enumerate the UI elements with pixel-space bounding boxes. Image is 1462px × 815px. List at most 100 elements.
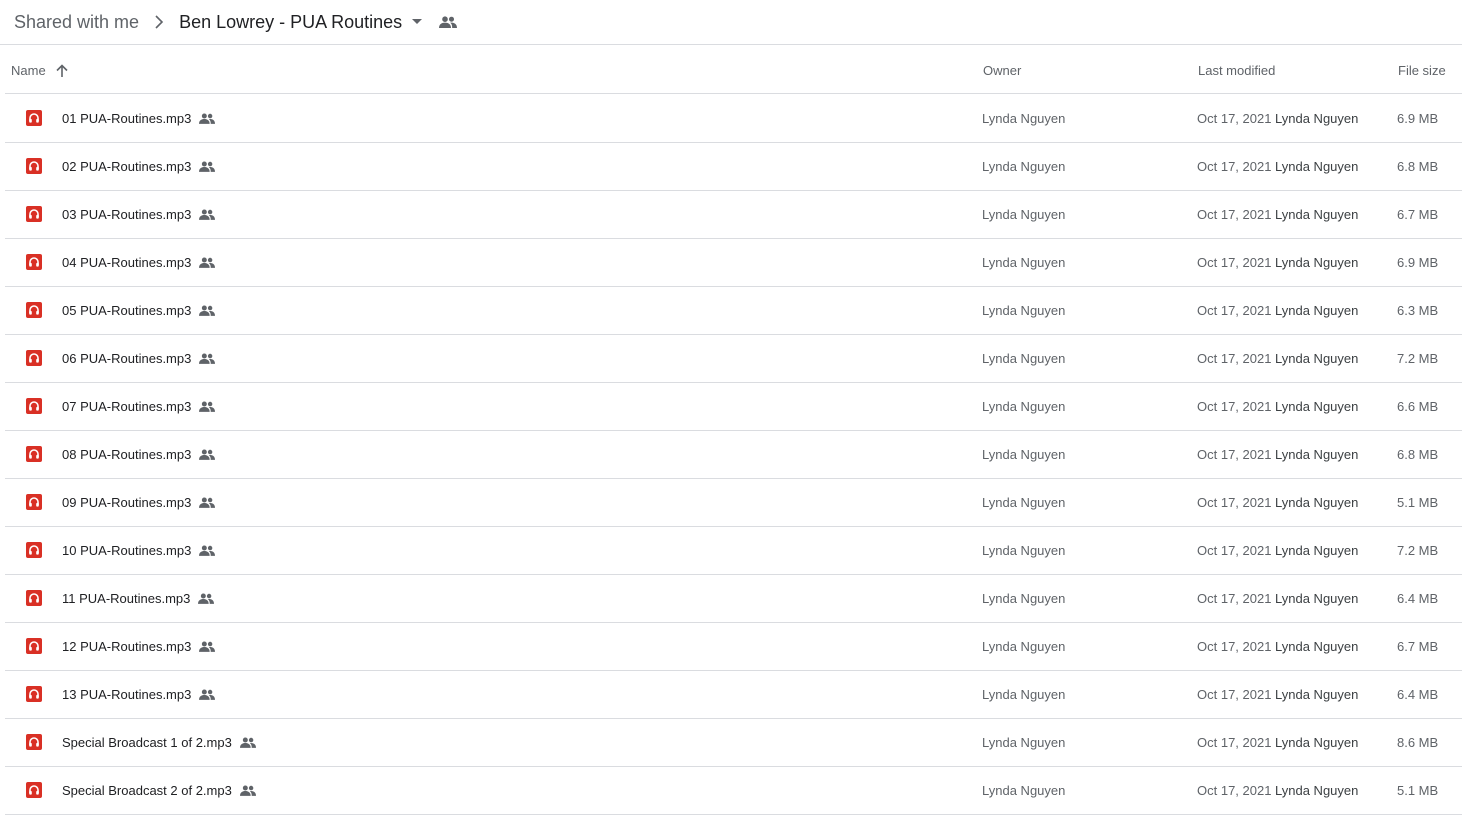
audio-file-icon <box>26 542 42 558</box>
file-modified-by: Lynda Nguyen <box>1275 591 1359 606</box>
file-name: 06 PUA-Routines.mp3 <box>62 335 216 382</box>
file-size: 6.9 MB <box>1397 111 1439 126</box>
audio-file-icon <box>26 398 42 414</box>
shared-people-icon <box>199 305 216 316</box>
file-modified-date: Oct 17, 2021 <box>1197 447 1272 462</box>
file-name: 11 PUA-Routines.mp3 <box>62 575 215 622</box>
table-row[interactable]: 10 PUA-Routines.mp3 Lynda Nguyen Oct 17,… <box>5 527 1462 575</box>
file-size: 6.4 MB <box>1397 591 1439 606</box>
file-owner: Lynda Nguyen <box>982 399 1066 414</box>
file-name: 04 PUA-Routines.mp3 <box>62 239 216 286</box>
file-name-text: 13 PUA-Routines.mp3 <box>62 687 192 702</box>
audio-file-icon <box>26 782 42 798</box>
table-row[interactable]: Special Broadcast 2 of 2.mp3 Lynda Nguye… <box>5 767 1462 815</box>
table-row[interactable]: 12 PUA-Routines.mp3 Lynda Nguyen Oct 17,… <box>5 623 1462 671</box>
table-row[interactable]: 08 PUA-Routines.mp3 Lynda Nguyen Oct 17,… <box>5 431 1462 479</box>
table-row[interactable]: 09 PUA-Routines.mp3 Lynda Nguyen Oct 17,… <box>5 479 1462 527</box>
table-row[interactable]: 05 PUA-Routines.mp3 Lynda Nguyen Oct 17,… <box>5 287 1462 335</box>
table-row[interactable]: 03 PUA-Routines.mp3 Lynda Nguyen Oct 17,… <box>5 191 1462 239</box>
audio-file-icon <box>26 446 42 462</box>
file-modified-by: Lynda Nguyen <box>1275 303 1359 318</box>
shared-people-icon <box>199 353 216 364</box>
file-name-text: 06 PUA-Routines.mp3 <box>62 351 192 366</box>
file-owner: Lynda Nguyen <box>982 207 1066 222</box>
file-owner: Lynda Nguyen <box>982 255 1066 270</box>
shared-people-icon <box>199 401 216 412</box>
file-modified-date: Oct 17, 2021 <box>1197 351 1272 366</box>
file-name: Special Broadcast 1 of 2.mp3 <box>62 719 256 766</box>
table-row[interactable]: 11 PUA-Routines.mp3 Lynda Nguyen Oct 17,… <box>5 575 1462 623</box>
table-row[interactable]: 06 PUA-Routines.mp3 Lynda Nguyen Oct 17,… <box>5 335 1462 383</box>
file-modified-date: Oct 17, 2021 <box>1197 735 1272 750</box>
shared-people-icon <box>239 737 256 748</box>
file-name: 13 PUA-Routines.mp3 <box>62 671 216 718</box>
file-size: 6.3 MB <box>1397 303 1439 318</box>
file-modified-date: Oct 17, 2021 <box>1197 159 1272 174</box>
breadcrumb-current-folder[interactable]: Ben Lowrey - PUA Routines <box>179 10 402 34</box>
file-modified-by: Lynda Nguyen <box>1275 207 1359 222</box>
file-owner: Lynda Nguyen <box>982 543 1066 558</box>
file-modified-by: Lynda Nguyen <box>1275 111 1359 126</box>
table-row[interactable]: 07 PUA-Routines.mp3 Lynda Nguyen Oct 17,… <box>5 383 1462 431</box>
file-owner: Lynda Nguyen <box>982 687 1066 702</box>
file-modified-by: Lynda Nguyen <box>1275 399 1359 414</box>
file-name: 09 PUA-Routines.mp3 <box>62 479 216 526</box>
table-row[interactable]: 13 PUA-Routines.mp3 Lynda Nguyen Oct 17,… <box>5 671 1462 719</box>
file-name: 12 PUA-Routines.mp3 <box>62 623 216 670</box>
audio-file-icon <box>26 734 42 750</box>
file-name-text: 02 PUA-Routines.mp3 <box>62 159 192 174</box>
audio-file-icon <box>26 302 42 318</box>
column-header-file-size[interactable]: File size <box>1398 46 1446 94</box>
file-name-text: 05 PUA-Routines.mp3 <box>62 303 192 318</box>
file-owner: Lynda Nguyen <box>982 303 1066 318</box>
file-modified-by: Lynda Nguyen <box>1275 447 1359 462</box>
column-header-last-modified[interactable]: Last modified <box>1198 46 1275 94</box>
column-header-owner[interactable]: Owner <box>983 46 1021 94</box>
file-size: 7.2 MB <box>1397 543 1439 558</box>
file-modified-date: Oct 17, 2021 <box>1197 543 1272 558</box>
audio-file-icon <box>26 254 42 270</box>
audio-file-icon <box>26 590 42 606</box>
shared-people-icon <box>199 497 216 508</box>
file-modified-by: Lynda Nguyen <box>1275 783 1359 798</box>
file-list: 01 PUA-Routines.mp3 Lynda Nguyen Oct 17,… <box>5 95 1462 815</box>
audio-file-icon <box>26 206 42 222</box>
file-owner: Lynda Nguyen <box>982 783 1066 798</box>
file-owner: Lynda Nguyen <box>982 591 1066 606</box>
table-row[interactable]: 01 PUA-Routines.mp3 Lynda Nguyen Oct 17,… <box>5 95 1462 143</box>
caret-down-icon[interactable] <box>402 19 432 25</box>
shared-people-icon <box>199 449 216 460</box>
file-size: 8.6 MB <box>1397 735 1439 750</box>
table-row[interactable]: 02 PUA-Routines.mp3 Lynda Nguyen Oct 17,… <box>5 143 1462 191</box>
file-name-text: 01 PUA-Routines.mp3 <box>62 111 192 126</box>
file-list-header: Name Owner Last modified File size <box>5 46 1462 94</box>
shared-people-icon <box>198 593 215 604</box>
file-modified-by: Lynda Nguyen <box>1275 351 1359 366</box>
audio-file-icon <box>26 638 42 654</box>
file-name-text: Special Broadcast 2 of 2.mp3 <box>62 783 232 798</box>
file-modified-by: Lynda Nguyen <box>1275 735 1359 750</box>
audio-file-icon <box>26 686 42 702</box>
arrow-up-icon[interactable] <box>56 63 68 77</box>
table-row[interactable]: Special Broadcast 1 of 2.mp3 Lynda Nguye… <box>5 719 1462 767</box>
file-modified-date: Oct 17, 2021 <box>1197 639 1272 654</box>
shared-people-icon <box>199 689 216 700</box>
file-name: 01 PUA-Routines.mp3 <box>62 95 216 142</box>
breadcrumb-shared-with-me[interactable]: Shared with me <box>14 10 139 34</box>
shared-people-icon <box>199 161 216 172</box>
file-modified-date: Oct 17, 2021 <box>1197 207 1272 222</box>
shared-people-icon <box>199 641 216 652</box>
file-name-text: Special Broadcast 1 of 2.mp3 <box>62 735 232 750</box>
file-name-text: 12 PUA-Routines.mp3 <box>62 639 192 654</box>
file-name: 08 PUA-Routines.mp3 <box>62 431 216 478</box>
column-header-name[interactable]: Name <box>11 46 68 94</box>
file-name: 10 PUA-Routines.mp3 <box>62 527 216 574</box>
file-name-text: 09 PUA-Routines.mp3 <box>62 495 192 510</box>
file-modified-by: Lynda Nguyen <box>1275 639 1359 654</box>
table-row[interactable]: 04 PUA-Routines.mp3 Lynda Nguyen Oct 17,… <box>5 239 1462 287</box>
file-name-text: 03 PUA-Routines.mp3 <box>62 207 192 222</box>
file-modified-by: Lynda Nguyen <box>1275 495 1359 510</box>
file-owner: Lynda Nguyen <box>982 111 1066 126</box>
file-name: 03 PUA-Routines.mp3 <box>62 191 216 238</box>
file-modified-date: Oct 17, 2021 <box>1197 591 1272 606</box>
